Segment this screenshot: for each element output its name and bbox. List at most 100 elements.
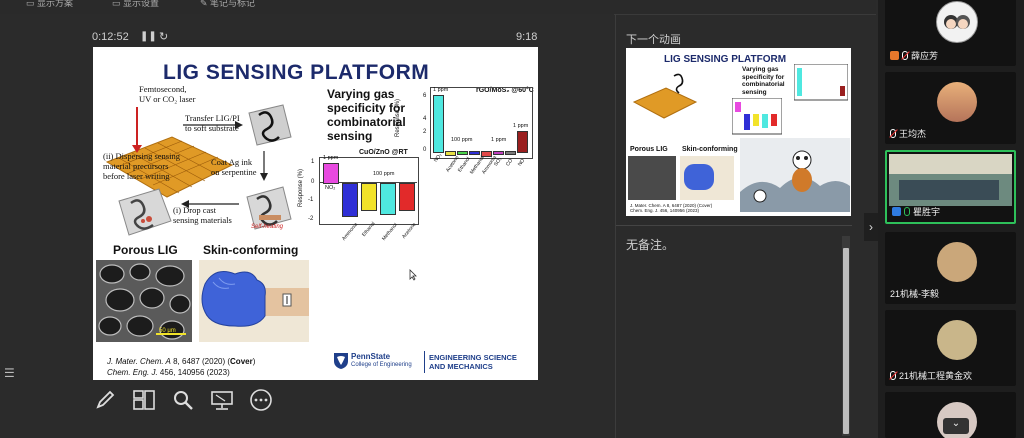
- thumb-varying: Varying gas specificity for combinatoria…: [742, 66, 785, 96]
- chart2-bar-so2: [493, 151, 504, 155]
- dropcast-label: (i) Drop cast sensing materials: [173, 205, 232, 225]
- user-badge-icon: [890, 51, 899, 60]
- speaker-notes[interactable]: 无备注。: [626, 236, 674, 253]
- chart1-annot: 1 ppm: [323, 155, 339, 161]
- chart2-ytick: 6: [423, 93, 427, 99]
- toolbar-item-display[interactable]: ▭ 显示方案: [26, 0, 73, 9]
- reference-2: Chem. Eng. J. 456, 140956 (2023): [107, 368, 230, 377]
- mouse-cursor-icon: [409, 269, 417, 281]
- reference-1: J. Mater. Chem. A 8, 6487 (2020) (Cover): [107, 357, 256, 366]
- laser-label: Femtosecond, UV or CO₂ laser: [139, 84, 196, 104]
- chart1-ylabel: Response (%): [298, 168, 304, 207]
- slide-title: LIG SENSING PLATFORM: [163, 61, 430, 84]
- thumb-title: LIG SENSING PLATFORM: [664, 54, 787, 65]
- chart1-bar-methanol: [380, 183, 396, 215]
- mic-muted-icon: [890, 371, 896, 380]
- chart2-xlabel: CO: [505, 157, 515, 168]
- scroll-down-button[interactable]: ⌄: [943, 418, 969, 434]
- pane-divider[interactable]: [615, 14, 616, 438]
- chart2-ytick: 0: [423, 147, 427, 153]
- department-label: ENGINEERING SCIENCE AND MECHANICS: [429, 353, 517, 371]
- pen-icon[interactable]: [92, 386, 118, 414]
- toolbar-item-settings[interactable]: ▭ 显示设置: [112, 0, 159, 9]
- top-toolbar: ▭ 显示方案 ▭ 显示设置 ✎ 笔记与标记: [0, 0, 876, 15]
- chart1-xlabel: Methanol: [381, 222, 399, 242]
- chart1-ytick: -1: [308, 197, 314, 203]
- psu-name: PennState: [351, 352, 391, 361]
- chart1-ytick: 1: [311, 159, 315, 165]
- participant-name-row: 21机械工程黄金欢: [890, 369, 972, 382]
- collapse-panel-button[interactable]: ›: [864, 213, 878, 241]
- notes-separator: [616, 225, 852, 226]
- layout-icon[interactable]: [131, 386, 157, 414]
- participant-tile[interactable]: 王均杰: [885, 72, 1016, 144]
- thumb-chart1: [732, 98, 782, 135]
- participants-panel: 薛应芳 王均杰 瞿胜宇 21机械-李毅 21机械工程黄金欢 ⌄: [878, 0, 1024, 438]
- chart1-bar-acetone: [399, 183, 415, 211]
- search-icon[interactable]: [170, 386, 196, 414]
- chart1-ytick: -2: [308, 216, 314, 222]
- toolbar-item-notes[interactable]: ✎ 笔记与标记: [200, 0, 255, 9]
- screen-icon[interactable]: [209, 386, 235, 414]
- participant-name-row: 瞿胜宇: [892, 205, 940, 218]
- self-heating-label: Self-heating: [251, 224, 284, 230]
- psu-college: College of Engineering: [351, 362, 412, 368]
- chart1-annot: 100 ppm: [373, 171, 395, 177]
- thumb-reference: J. Mater. Chem. A 8, 6487 (2020) (Cover)…: [630, 203, 713, 213]
- chart2-bar-methanol: [469, 151, 480, 155]
- mic-on-icon: [904, 207, 910, 216]
- participant-name: 21机械-李毅: [890, 289, 940, 299]
- participant-name: 薛应芳: [911, 51, 939, 61]
- skin-conforming-label: Skin-conforming: [203, 243, 299, 257]
- thumb-illustration: [632, 73, 698, 119]
- reset-icon[interactable]: ↻: [159, 30, 168, 43]
- thumb-chart2: [794, 64, 848, 101]
- scale-bar-label: 50 μm: [159, 328, 176, 334]
- chart1-bar-ethanol: [361, 183, 377, 211]
- participant-tile[interactable]: 21机械工程黄金欢: [885, 310, 1016, 386]
- presenter-tools: [92, 386, 274, 416]
- thumb-skin: Skin-conforming: [682, 146, 738, 153]
- logo-divider: [424, 351, 425, 373]
- chevron-right-icon: ›: [869, 220, 873, 234]
- porous-lig-label: Porous LIG: [113, 243, 178, 257]
- mic-muted-icon: [890, 129, 896, 138]
- arrow-down-icon: [260, 151, 268, 181]
- serpentine-sample-1: [248, 104, 292, 146]
- participant-tile-active[interactable]: 瞿胜宇: [885, 150, 1016, 224]
- chart2-ytick: 2: [423, 129, 427, 135]
- mic-muted-icon: [902, 51, 908, 60]
- chart1-bar-ammonia: [342, 183, 358, 217]
- video-feed: [889, 154, 1012, 206]
- chart2-annot: 1 ppm: [491, 137, 507, 143]
- chart2-annot: 1 ppm: [513, 123, 529, 129]
- thumb-glove-image: [680, 156, 734, 200]
- avatar: [937, 242, 977, 282]
- chart2-xlabel: NO: [517, 157, 527, 168]
- participant-name: 瞿胜宇: [913, 207, 941, 217]
- dispersing-label: (ii) Dispersing sensing material precurs…: [103, 151, 180, 181]
- participant-tile[interactable]: ⌄: [885, 392, 1016, 438]
- more-icon[interactable]: [248, 386, 274, 414]
- participant-tile[interactable]: 21机械-李毅: [885, 232, 1016, 304]
- chart1-ytick: 0: [311, 179, 315, 185]
- arrow-right-icon: [183, 121, 243, 129]
- chevron-down-icon: ⌄: [951, 418, 961, 429]
- list-icon[interactable]: ☰: [4, 366, 15, 380]
- notes-scrollbar-thumb[interactable]: [843, 248, 849, 434]
- avatar: [936, 1, 978, 43]
- chart1-bar-no2: [323, 163, 339, 184]
- slide-duration: 9:18: [516, 31, 538, 43]
- chart1-bar-label: NO₂: [325, 185, 336, 191]
- varying-gas-title: Varying gas specificity for combinatoria…: [327, 87, 406, 143]
- participant-name: 王均杰: [899, 129, 927, 139]
- thumb-panda-graphic: [740, 138, 850, 212]
- porous-lig-sem-image: [96, 260, 192, 342]
- thumb-porous: Porous LIG: [630, 146, 668, 153]
- pause-icon[interactable]: ❚❚: [140, 31, 157, 42]
- next-slide-thumbnail[interactable]: LIG SENSING PLATFORM Varying gas specifi…: [626, 48, 851, 216]
- next-animation-label: 下一个动画: [626, 34, 681, 46]
- chart2-annot: 1 ppm: [433, 87, 449, 93]
- skin-conforming-photo: [199, 260, 309, 342]
- participant-tile[interactable]: 薛应芳: [885, 0, 1016, 66]
